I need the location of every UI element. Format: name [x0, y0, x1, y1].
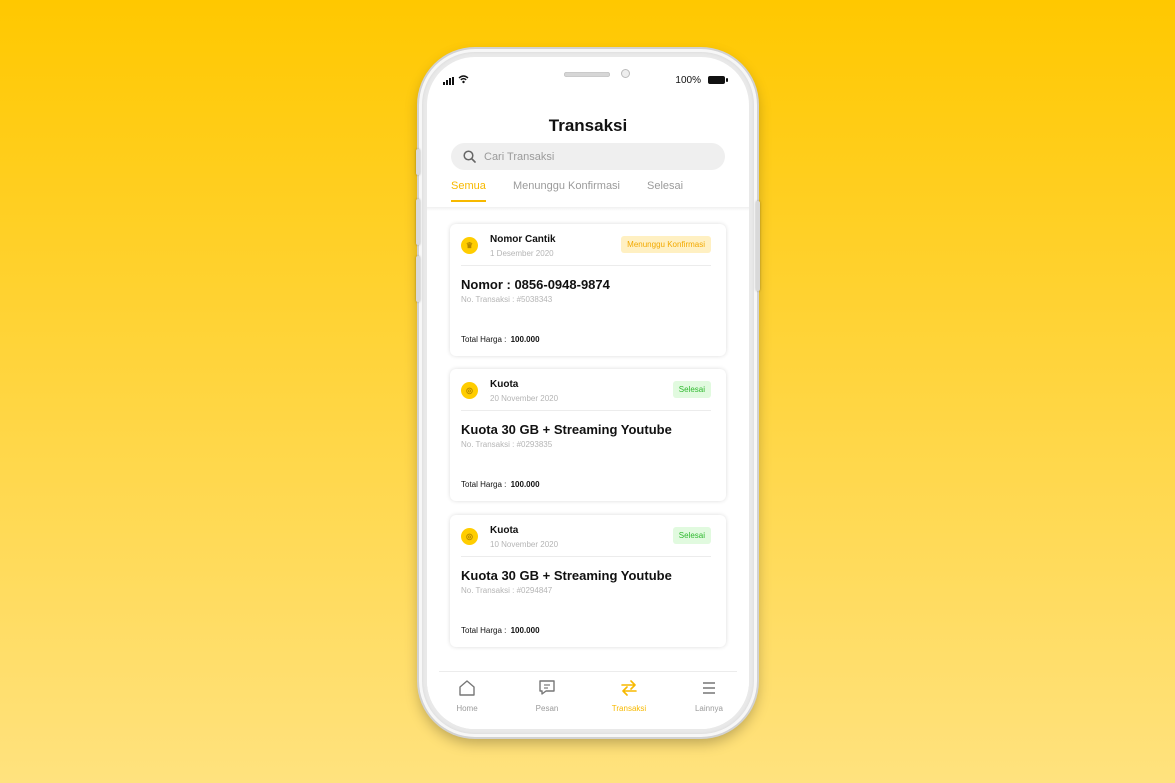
app-screen: 100% Transaksi Semua Menunggu Konfirmasi…: [427, 57, 749, 729]
total-price-label: Total Harga :: [461, 480, 507, 489]
side-button-mute: [416, 149, 420, 175]
transaction-number: No. Transaksi : #0293835: [461, 440, 553, 449]
transaction-title: Kuota 30 GB + Streaming Youtube: [461, 568, 672, 583]
battery-percentage: 100%: [675, 75, 701, 86]
side-button-volume-down: [416, 256, 420, 302]
total-price-label: Total Harga :: [461, 335, 507, 344]
transaction-card[interactable]: ♛ Nomor Cantik 1 Desember 2020 Menunggu …: [450, 224, 726, 356]
side-button-volume-up: [416, 199, 420, 245]
transaction-date: 20 November 2020: [490, 394, 559, 403]
nav-label: Pesan: [535, 704, 559, 713]
data-quota-icon: ◎: [461, 382, 478, 399]
search-bar[interactable]: [451, 143, 725, 170]
side-button-power: [756, 201, 760, 291]
nav-item-lainnya[interactable]: Lainnya: [679, 679, 739, 713]
transaction-title: Kuota 30 GB + Streaming Youtube: [461, 422, 672, 437]
home-icon: [459, 680, 475, 696]
status-badge: Selesai: [672, 381, 711, 398]
tab-bar: Semua Menunggu Konfirmasi Selesai: [451, 180, 725, 207]
status-bar: 100%: [427, 57, 749, 97]
status-badge: Menunggu Konfirmasi: [621, 236, 711, 253]
transaction-category: Nomor Cantik: [490, 234, 556, 245]
transaction-card[interactable]: ◎ Kuota 10 November 2020 Selesai Kuota 3…: [450, 515, 726, 647]
phone-frame: 100% Transaksi Semua Menunggu Konfirmasi…: [416, 49, 760, 737]
card-divider: [461, 410, 711, 411]
search-input[interactable]: [484, 150, 704, 163]
total-price: Total Harga : 100.000: [461, 480, 540, 489]
transaction-number: No. Transaksi : #0294847: [461, 586, 553, 595]
nav-item-transaksi[interactable]: Transaksi: [599, 679, 659, 713]
crown-icon: ♛: [461, 237, 478, 254]
nav-item-home[interactable]: Home: [437, 679, 497, 713]
tabs-divider: [427, 207, 749, 211]
total-price: Total Harga : 100.000: [461, 335, 540, 344]
speaker-grille: [564, 72, 610, 77]
bottom-nav: Home Pesan Transaksi Lainnya: [427, 671, 749, 729]
status-badge: Selesai: [672, 527, 711, 544]
transaction-card[interactable]: ◎ Kuota 20 November 2020 Selesai Kuota 3…: [450, 369, 726, 501]
card-divider: [461, 556, 711, 557]
menu-icon: [703, 682, 715, 694]
transaction-date: 10 November 2020: [490, 540, 559, 549]
total-price-value: 100.000: [510, 480, 540, 489]
transaction-number: No. Transaksi : #5038343: [461, 295, 553, 304]
tab-selesai[interactable]: Selesai: [647, 180, 683, 200]
card-divider: [461, 265, 711, 266]
total-price: Total Harga : 100.000: [461, 626, 540, 635]
nav-item-pesan[interactable]: Pesan: [517, 679, 577, 713]
nav-label: Home: [456, 704, 478, 713]
tab-semua[interactable]: Semua: [451, 180, 486, 202]
signal-icon: [443, 77, 454, 85]
transfer-icon: [621, 680, 637, 696]
transaction-date: 1 Desember 2020: [490, 249, 554, 258]
page-title: Transaksi: [548, 116, 628, 135]
total-price-value: 100.000: [510, 626, 540, 635]
tab-menunggu-konfirmasi[interactable]: Menunggu Konfirmasi: [513, 180, 620, 200]
transaction-category: Kuota: [490, 525, 519, 536]
search-icon: [463, 150, 476, 163]
bottom-nav-divider: [439, 671, 737, 672]
total-price-value: 100.000: [510, 335, 540, 344]
wifi-icon: [458, 75, 469, 84]
message-icon: [539, 680, 555, 695]
battery-icon: [708, 76, 728, 84]
data-quota-icon: ◎: [461, 528, 478, 545]
camera-icon: [621, 69, 630, 78]
total-price-label: Total Harga :: [461, 626, 507, 635]
nav-label: Lainnya: [694, 704, 724, 713]
transaction-category: Kuota: [490, 379, 519, 390]
nav-label: Transaksi: [611, 704, 647, 713]
transaction-title: Nomor : 0856-0948-9874: [461, 277, 610, 292]
